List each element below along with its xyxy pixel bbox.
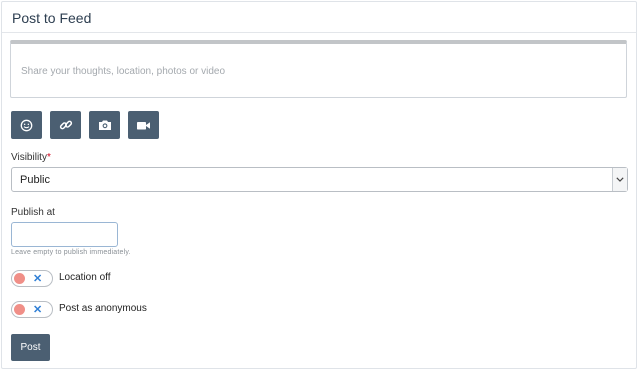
link-button[interactable]	[50, 111, 81, 139]
publish-at-input[interactable]	[11, 222, 118, 247]
panel-header: Post to Feed	[2, 2, 636, 33]
visibility-label-text: Visibility	[11, 152, 47, 163]
video-button[interactable]	[128, 111, 159, 139]
photo-button[interactable]	[89, 111, 120, 139]
visibility-selected-value: Public	[20, 174, 50, 186]
location-toggle-label: Location off	[59, 272, 111, 283]
publish-at-hint: Leave empty to publish immediately.	[11, 249, 131, 256]
visibility-label: Visibility*	[11, 152, 51, 163]
anonymous-toggle-label: Post as anonymous	[59, 303, 147, 314]
toggle-knob	[14, 304, 25, 315]
toggle-knob	[14, 273, 25, 284]
required-mark: *	[46, 152, 51, 163]
chevron-down-icon	[616, 177, 624, 182]
attachment-toolbar	[11, 111, 159, 139]
dropdown-toggle[interactable]	[612, 168, 627, 191]
post-button[interactable]: Post	[11, 334, 50, 361]
camera-icon	[98, 120, 111, 130]
link-icon	[59, 120, 72, 130]
video-icon	[137, 121, 150, 129]
emoji-button[interactable]	[11, 111, 42, 139]
smiley-icon	[20, 119, 33, 131]
publish-at-label: Publish at	[11, 207, 55, 218]
visibility-select[interactable]: Public	[11, 167, 628, 192]
post-text-input[interactable]	[10, 40, 627, 98]
close-icon: ✕	[33, 273, 43, 285]
panel-title: Post to Feed	[12, 10, 92, 26]
anonymous-toggle[interactable]: ✕	[11, 301, 53, 318]
close-icon: ✕	[33, 304, 43, 316]
location-toggle[interactable]: ✕	[11, 270, 53, 287]
